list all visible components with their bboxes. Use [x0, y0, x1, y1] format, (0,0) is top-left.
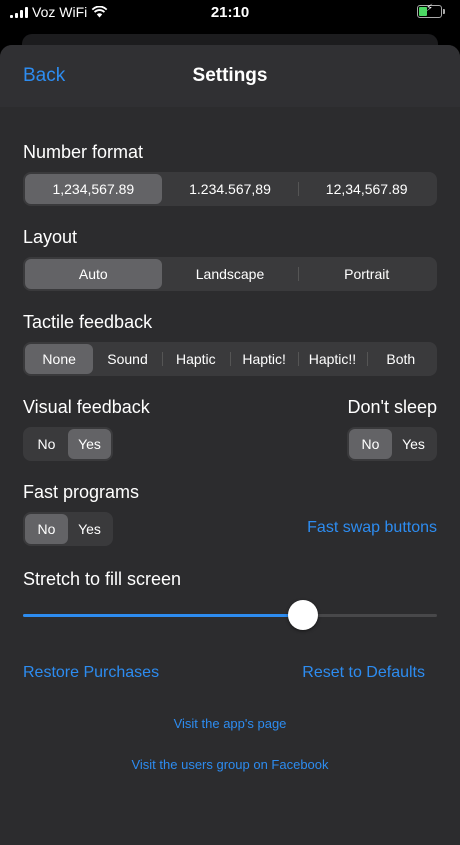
visual-feedback-segment: No Yes: [23, 427, 113, 461]
fast-programs-option[interactable]: No: [25, 514, 68, 544]
tactile-segment: None Sound Haptic Haptic! Haptic!! Both: [23, 342, 437, 376]
layout-option[interactable]: Auto: [25, 259, 162, 289]
slider-fill: [23, 614, 303, 617]
number-format-option[interactable]: 1,234,567.89: [25, 174, 162, 204]
tactile-option[interactable]: Haptic: [161, 344, 230, 374]
tactile-option[interactable]: Sound: [93, 344, 161, 374]
number-format-option[interactable]: 12,34,567.89: [298, 174, 435, 204]
nav-bar: Back Settings: [0, 45, 460, 107]
fast-programs-label: Fast programs: [23, 482, 140, 502]
number-format-label: Number format: [23, 142, 144, 162]
tactile-option[interactable]: Haptic!: [229, 344, 298, 374]
number-format-segment: 1,234,567.89 1.234.567,89 12,34,567.89: [23, 172, 437, 206]
tactile-label: Tactile feedback: [23, 312, 153, 332]
dont-sleep-label: Don't sleep: [347, 397, 438, 417]
fast-programs-segment: No Yes: [23, 512, 113, 546]
restore-purchases-button[interactable]: Restore Purchases: [23, 664, 159, 682]
status-bar: Voz WiFi 21:10 ⚡: [0, 0, 460, 26]
dont-sleep-option[interactable]: No: [349, 429, 392, 459]
visit-facebook-group-link[interactable]: Visit the users group on Facebook: [0, 757, 460, 772]
battery-icon: ⚡: [417, 3, 445, 18]
layout-option[interactable]: Landscape: [162, 259, 299, 289]
fast-programs-option[interactable]: Yes: [68, 514, 111, 544]
slider-thumb[interactable]: [287, 600, 318, 630]
status-time: 21:10: [210, 4, 250, 21]
dont-sleep-option[interactable]: Yes: [392, 429, 435, 459]
reset-defaults-button[interactable]: Reset to Defaults: [302, 664, 425, 682]
tactile-option[interactable]: None: [25, 344, 94, 374]
visual-feedback-label: Visual feedback: [23, 397, 150, 417]
page-title: Settings: [192, 65, 268, 86]
stretch-label: Stretch to fill screen: [23, 569, 182, 589]
dont-sleep-segment: No Yes: [347, 427, 437, 461]
layout-segment: Auto Landscape Portrait: [23, 257, 437, 291]
layout-option[interactable]: Portrait: [298, 259, 435, 289]
settings-sheet: Back Settings Number format 1,234,567.89…: [0, 45, 460, 845]
layout-label: Layout: [23, 227, 78, 247]
status-right: ⚡: [417, 3, 445, 18]
charging-icon: ⚡: [425, 3, 434, 14]
tactile-option[interactable]: Haptic!!: [298, 344, 366, 374]
number-format-option[interactable]: 1.234.567,89: [162, 174, 299, 204]
visual-feedback-option[interactable]: No: [25, 429, 68, 459]
visual-feedback-option[interactable]: Yes: [68, 429, 111, 459]
tactile-option[interactable]: Both: [366, 344, 435, 374]
fast-swap-buttons-link[interactable]: Fast swap buttons: [307, 519, 437, 537]
visit-app-page-link[interactable]: Visit the app's page: [0, 716, 460, 731]
stretch-slider[interactable]: [23, 600, 437, 630]
